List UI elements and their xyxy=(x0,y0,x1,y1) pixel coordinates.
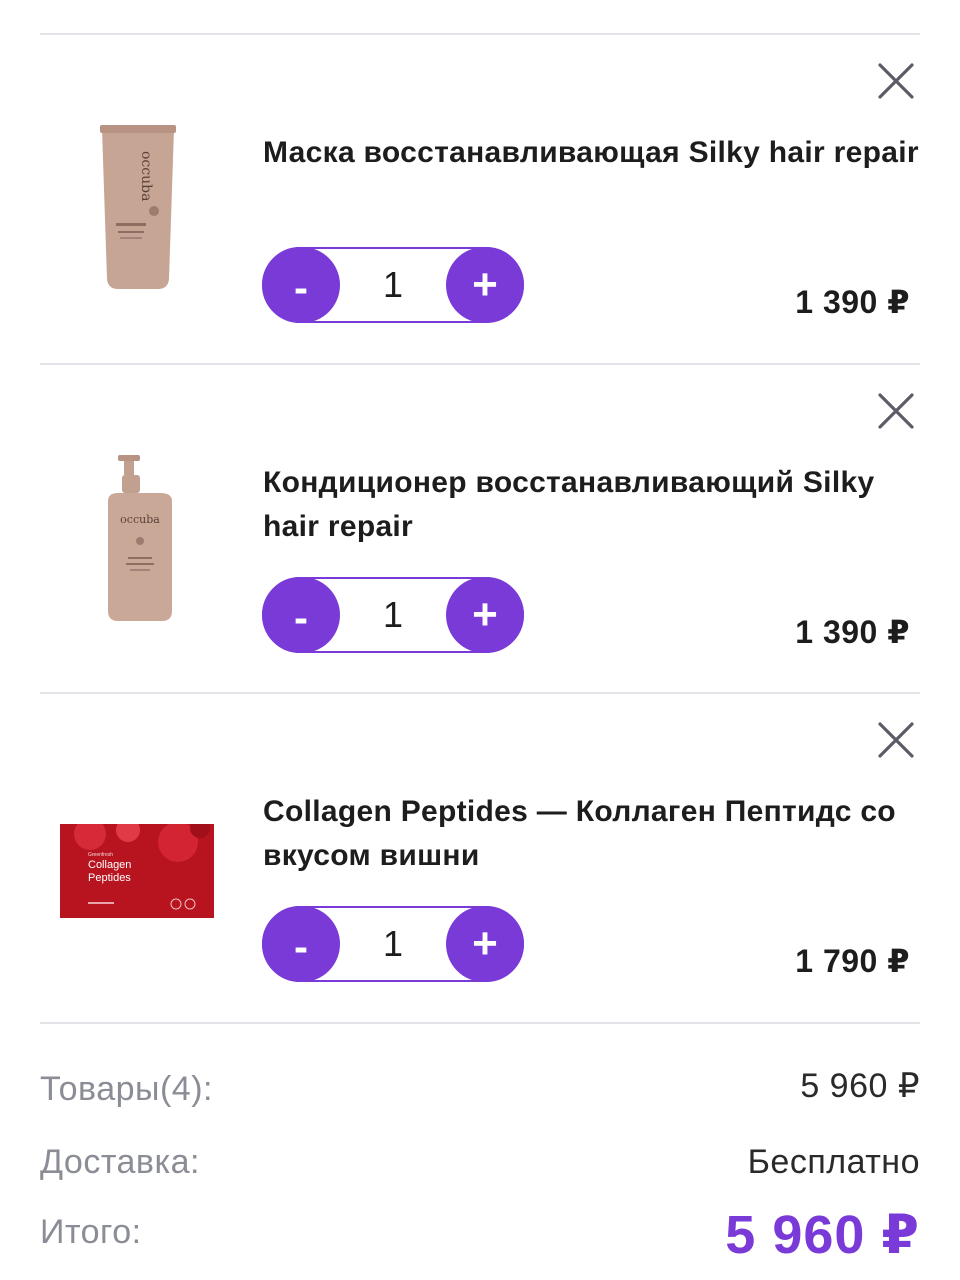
quantity-value[interactable]: 1 xyxy=(340,579,446,651)
product-image-pump-bottle: occuba xyxy=(108,455,172,621)
cart-item: occuba Кондиционер восстанавливающий Sil… xyxy=(0,365,960,695)
product-title[interactable]: Collagen Peptides — Коллаген Пептидс со … xyxy=(263,790,923,878)
cart-item: occuba Маска восстанавливающая Silky hai… xyxy=(0,35,960,365)
product-image-tube: occuba xyxy=(100,125,176,289)
close-icon[interactable] xyxy=(876,61,916,101)
quantity-value[interactable]: 1 xyxy=(340,249,446,321)
goods-total: 5 960 ₽ xyxy=(800,1067,920,1105)
quantity-stepper: - 1 + xyxy=(262,577,524,653)
total-label: Итого: xyxy=(40,1213,142,1251)
quantity-stepper: - 1 + xyxy=(262,247,524,323)
product-brand: occuba xyxy=(138,151,154,201)
increase-quantity-button[interactable]: + xyxy=(446,906,524,982)
decrease-quantity-button[interactable]: - xyxy=(262,906,340,982)
product-image-box: Greenfresh Collagen Peptides xyxy=(60,824,214,918)
product-title[interactable]: Кондиционер восстанавливающий Silky hair… xyxy=(263,461,923,549)
delivery-label: Доставка: xyxy=(40,1143,200,1181)
decrease-quantity-button[interactable]: - xyxy=(262,577,340,653)
cart-item: Greenfresh Collagen Peptides Collagen Pe… xyxy=(0,694,960,1024)
product-box-line1: Collagen xyxy=(88,859,131,871)
product-box-line2: Peptides xyxy=(88,872,131,884)
close-icon[interactable] xyxy=(876,720,916,760)
product-price: 1 390 ₽ xyxy=(795,284,910,320)
increase-quantity-button[interactable]: + xyxy=(446,577,524,653)
goods-label: Товары(4): xyxy=(40,1070,213,1108)
product-title[interactable]: Маска восстанавливающая Silky hair repai… xyxy=(263,131,923,175)
quantity-value[interactable]: 1 xyxy=(340,908,446,980)
close-icon[interactable] xyxy=(876,391,916,431)
increase-quantity-button[interactable]: + xyxy=(446,247,524,323)
product-price: 1 390 ₽ xyxy=(795,614,910,650)
delivery-value: Бесплатно xyxy=(747,1143,920,1181)
quantity-stepper: - 1 + xyxy=(262,906,524,982)
order-total: 5 960 ₽ xyxy=(725,1205,920,1265)
product-price: 1 790 ₽ xyxy=(795,943,910,979)
product-brand: occuba xyxy=(120,513,160,526)
product-brand: Greenfresh xyxy=(88,852,113,858)
decrease-quantity-button[interactable]: - xyxy=(262,247,340,323)
